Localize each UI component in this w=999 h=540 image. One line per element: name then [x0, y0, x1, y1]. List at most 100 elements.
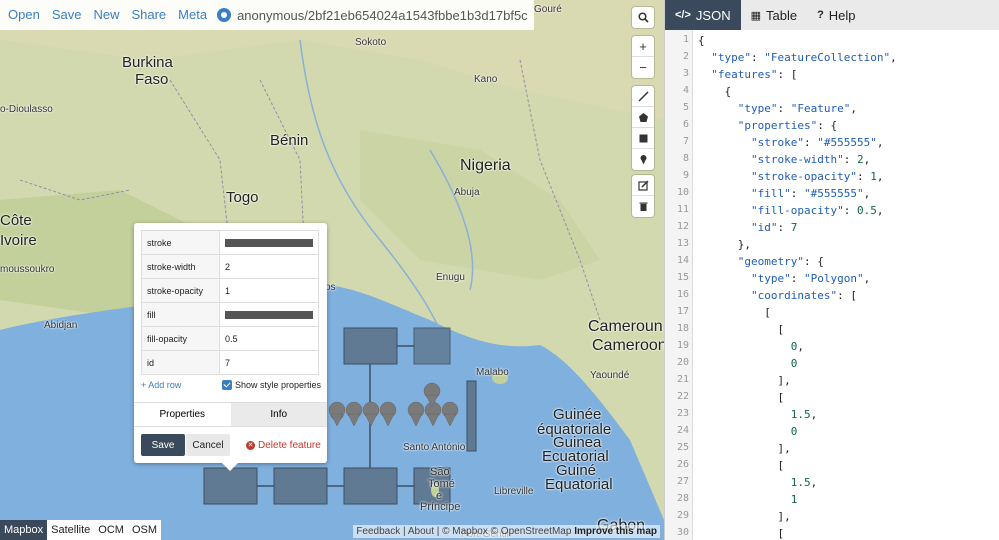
code-line[interactable]: "properties": {: [698, 119, 837, 132]
property-value[interactable]: 7: [219, 350, 319, 375]
property-value[interactable]: [219, 302, 319, 327]
code-line[interactable]: "stroke": "#555555",: [698, 136, 883, 149]
attrib-mapbox-link[interactable]: © Mapbox: [442, 526, 488, 537]
zoom-in-button[interactable]: +: [632, 36, 654, 57]
tab-properties[interactable]: Properties: [134, 402, 231, 427]
layer-ocm[interactable]: OCM: [94, 520, 128, 540]
code-line[interactable]: },: [698, 238, 751, 251]
color-swatch[interactable]: [225, 310, 313, 319]
tab-json-label: JSON: [695, 7, 731, 23]
layer-satellite[interactable]: Satellite: [47, 520, 95, 540]
code-line[interactable]: "fill": "#555555",: [698, 187, 870, 200]
code-line[interactable]: 0: [698, 425, 798, 438]
zoom-out-button[interactable]: −: [632, 57, 654, 78]
tab-info[interactable]: Info: [230, 402, 327, 427]
json-editor[interactable]: 1 2 3 4 5 6 7 8 9 10 11 12 13 14 15 16 17 18 19 20 21 22 23 24 2…: [665, 30, 999, 540]
code-line[interactable]: {: [698, 85, 731, 98]
line-number: 15: [676, 272, 689, 283]
draw-marker-icon[interactable]: [632, 149, 654, 170]
code-line[interactable]: 1: [698, 493, 798, 506]
property-value[interactable]: 0.5: [219, 326, 319, 351]
popup-options: + Add row Show style properties: [141, 380, 321, 390]
attrib-about-link[interactable]: About: [408, 526, 434, 537]
layer-osm[interactable]: OSM: [127, 520, 162, 540]
property-value[interactable]: 1: [219, 278, 319, 303]
color-swatch[interactable]: [225, 238, 313, 247]
checkbox-checked-icon[interactable]: [221, 380, 232, 390]
code-line[interactable]: ],: [698, 374, 790, 387]
line-number-gutter: 1 2 3 4 5 6 7 8 9 10 11 12 13 14 15 16 17 18 19 20 21 22 23 24 2…: [665, 30, 693, 540]
line-number: 19: [676, 340, 689, 351]
delete-feature-button[interactable]: ✕ Delete feature: [246, 440, 321, 451]
line-number: 5: [682, 102, 689, 113]
code-line[interactable]: "coordinates": [: [698, 289, 857, 302]
code-line[interactable]: "fill-opacity": 0.5,: [698, 204, 883, 217]
line-number: 27: [676, 476, 689, 487]
property-key[interactable]: fill-opacity: [141, 326, 220, 351]
trash-icon[interactable]: [632, 196, 654, 217]
code-line[interactable]: "stroke-opacity": 1,: [698, 170, 883, 183]
attrib-improve-link[interactable]: Improve this map: [574, 526, 657, 537]
search-control[interactable]: [632, 7, 654, 28]
add-row-button[interactable]: + Add row: [141, 380, 181, 390]
popup-actions: Save Cancel ✕ Delete feature: [141, 434, 321, 456]
menu-share[interactable]: Share: [125, 0, 172, 30]
layer-mapbox[interactable]: Mapbox: [0, 520, 48, 540]
code-line[interactable]: "type": "Polygon",: [698, 272, 870, 285]
code-line[interactable]: "type": "FeatureCollection",: [698, 51, 896, 64]
code-line[interactable]: "stroke-width": 2,: [698, 153, 870, 166]
search-icon[interactable]: [632, 7, 654, 28]
code-line[interactable]: "geometry": {: [698, 255, 824, 268]
code-line[interactable]: 0: [698, 357, 798, 370]
code-line[interactable]: [: [698, 306, 771, 319]
code-line[interactable]: ],: [698, 442, 790, 455]
code-line[interactable]: "features": [: [698, 68, 797, 81]
menu-open[interactable]: Open: [2, 0, 46, 30]
code-line[interactable]: [: [698, 391, 784, 404]
show-style-toggle[interactable]: Show style properties: [221, 380, 321, 390]
code-line[interactable]: "id": 7: [698, 221, 797, 234]
menu-meta[interactable]: Meta: [172, 0, 213, 30]
map-view[interactable]: Gouré Sokoto Burkina Faso Kano o-Dioulas…: [0, 0, 664, 540]
property-key[interactable]: stroke-width: [141, 254, 220, 279]
code-line[interactable]: {: [698, 34, 705, 47]
tab-table[interactable]: ▦ Table: [741, 0, 807, 30]
place-enugu: Enugu: [436, 272, 465, 283]
save-button[interactable]: Save: [141, 434, 185, 456]
code-line[interactable]: 1.5,: [698, 476, 818, 489]
top-menu-bar: Open Save New Share Meta anonymous/2bf21…: [0, 0, 664, 30]
edit-icon[interactable]: [632, 175, 654, 196]
property-key[interactable]: fill: [141, 302, 220, 327]
property-value[interactable]: 2: [219, 254, 319, 279]
code-line[interactable]: [: [698, 527, 784, 540]
menu-save[interactable]: Save: [46, 0, 88, 30]
gist-link[interactable]: anonymous/2bf21eb654024a1543fbbe1b3d17bf…: [213, 8, 528, 23]
line-number: 4: [682, 85, 689, 96]
tab-json[interactable]: </> JSON: [665, 0, 741, 30]
code-icon: </>: [675, 9, 691, 21]
draw-line-icon[interactable]: [632, 86, 654, 107]
code-line[interactable]: [: [698, 323, 784, 336]
draw-rectangle-icon[interactable]: [632, 128, 654, 149]
place-libreville: Libreville: [494, 486, 534, 497]
attrib-feedback-link[interactable]: Feedback: [356, 526, 400, 537]
tab-table-label: Table: [765, 7, 798, 23]
property-key[interactable]: stroke: [141, 230, 220, 255]
code-line[interactable]: "type": "Feature",: [698, 102, 857, 115]
property-value[interactable]: [219, 230, 319, 255]
attrib-osm-link[interactable]: © OpenStreetMap: [491, 526, 572, 537]
property-key[interactable]: id: [141, 350, 220, 375]
draw-control: [632, 86, 654, 170]
add-row-label: Add row: [148, 380, 182, 390]
code-line[interactable]: ],: [698, 510, 790, 523]
place-kano: Kano: [474, 74, 498, 85]
draw-polygon-icon[interactable]: [632, 107, 654, 128]
cancel-button[interactable]: Cancel: [186, 434, 230, 456]
menu-new[interactable]: New: [87, 0, 125, 30]
code-line[interactable]: [: [698, 459, 784, 472]
property-key[interactable]: stroke-opacity: [141, 278, 220, 303]
tab-help[interactable]: ? Help: [807, 0, 865, 30]
property-row: stroke: [141, 230, 319, 255]
code-line[interactable]: 0,: [698, 340, 804, 353]
code-line[interactable]: 1.5,: [698, 408, 818, 421]
